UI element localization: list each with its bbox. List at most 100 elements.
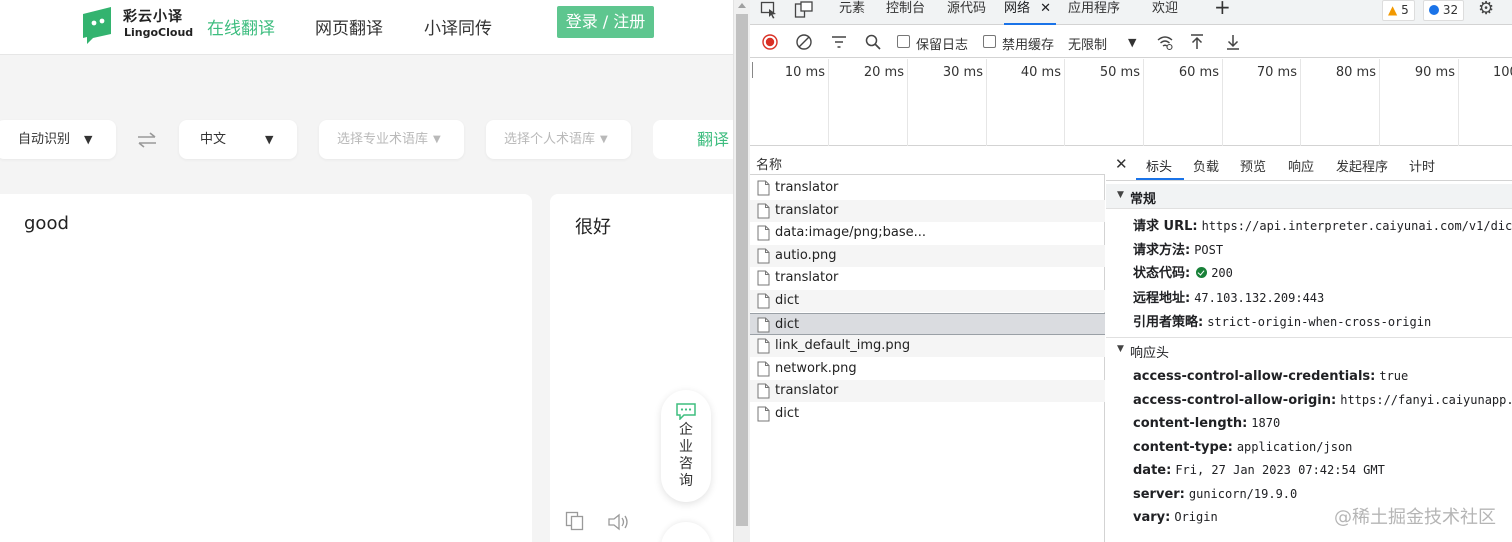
filter-icon[interactable] bbox=[830, 33, 848, 51]
result-text: 很好 bbox=[575, 217, 611, 238]
request-row[interactable]: translator bbox=[750, 199, 1105, 222]
scrollbar-thumb[interactable] bbox=[736, 14, 748, 526]
search-icon[interactable] bbox=[864, 33, 882, 51]
messages-badge[interactable]: 32 bbox=[1423, 0, 1465, 21]
request-name: autio.png bbox=[775, 247, 837, 263]
request-row[interactable]: network.png bbox=[750, 358, 1105, 380]
nav-simultaneous[interactable]: 小译同传 bbox=[424, 14, 492, 39]
device-toolbar-icon[interactable] bbox=[794, 1, 814, 19]
tab-timing[interactable]: 计时 bbox=[1409, 156, 1435, 175]
general-section-title: 常规 bbox=[1130, 192, 1157, 207]
timeline-tick: 30 ms bbox=[908, 59, 987, 146]
lingocloud-logo-icon[interactable] bbox=[81, 4, 117, 44]
page-scrollbar[interactable] bbox=[733, 0, 750, 542]
request-row[interactable]: translator bbox=[750, 177, 1105, 199]
general-section-header[interactable]: ▼ 常规 bbox=[1106, 184, 1512, 209]
request-name: translator bbox=[775, 202, 839, 218]
tick-label: 40 ms bbox=[1020, 65, 1061, 80]
tick-label: 30 ms bbox=[942, 65, 983, 80]
gear-icon[interactable]: ⚙ bbox=[1478, 0, 1494, 19]
request-row[interactable]: translator bbox=[750, 380, 1105, 403]
general-row-url: 请求 URL: https://api.interpreter.caiyunai.… bbox=[1133, 215, 1512, 234]
header-value: strict-origin-when-cross-origin bbox=[1207, 315, 1432, 329]
request-row[interactable]: dict bbox=[750, 312, 1105, 335]
tab-headers[interactable]: 标头 bbox=[1146, 156, 1172, 175]
disable-cache-label: 禁用缓存 bbox=[1002, 38, 1055, 53]
tab-network[interactable]: 网络 ✕ bbox=[1004, 0, 1056, 25]
name-column-header[interactable]: 名称 bbox=[756, 154, 782, 173]
request-name: translator bbox=[775, 383, 839, 399]
source-language-select[interactable]: 自动识别 ▼ bbox=[0, 120, 116, 159]
response-header-row: date: Fri, 27 Jan 2023 07:42:54 GMT bbox=[1133, 463, 1385, 478]
tab-console[interactable]: 控制台 bbox=[886, 0, 925, 25]
timeline-tick: 40 ms bbox=[987, 59, 1065, 146]
screen: 彩云小译 LingoCloud 在线翻译 网页翻译 小译同传 登录 / 注册 自… bbox=[0, 0, 1512, 542]
tab-application[interactable]: 应用程序 bbox=[1068, 0, 1120, 25]
timeline-tick: 70 ms bbox=[1223, 59, 1301, 146]
tab-elements[interactable]: 元素 bbox=[839, 0, 865, 25]
close-tab-icon[interactable]: ✕ bbox=[1040, 1, 1051, 16]
network-timeline[interactable]: 10 ms 20 ms 30 ms 40 ms 50 ms 60 ms 70 m… bbox=[750, 59, 1512, 146]
target-language-select[interactable]: 中文 ▼ bbox=[179, 120, 297, 159]
request-row[interactable]: link_default_img.png bbox=[750, 335, 1105, 358]
export-har-icon[interactable] bbox=[1224, 33, 1242, 51]
header-value: 47.103.132.209:443 bbox=[1194, 291, 1325, 305]
enterprise-consult-button[interactable]: 企 业 咨 询 bbox=[661, 390, 711, 502]
clear-icon[interactable] bbox=[795, 33, 813, 51]
source-text[interactable]: good bbox=[24, 213, 69, 234]
request-row[interactable]: data:image/png;base... bbox=[750, 222, 1105, 244]
import-har-icon[interactable] bbox=[1188, 33, 1206, 51]
chevron-down-icon[interactable]: ▼ bbox=[1128, 36, 1136, 49]
warnings-count: 5 bbox=[1401, 3, 1409, 17]
request-list-header[interactable]: 名称 bbox=[750, 147, 1105, 175]
tab-sources[interactable]: 源代码 bbox=[947, 0, 986, 25]
swap-languages-icon[interactable] bbox=[135, 128, 159, 152]
inspect-element-icon[interactable] bbox=[760, 1, 778, 19]
tab-initiator[interactable]: 发起程序 bbox=[1336, 156, 1388, 175]
tab-response[interactable]: 响应 bbox=[1288, 156, 1314, 175]
nav-online-translate[interactable]: 在线翻译 bbox=[207, 14, 275, 39]
warnings-badge[interactable]: ▲ 5 bbox=[1382, 0, 1415, 21]
personal-term-db-select[interactable]: 选择个人术语库 ▼ bbox=[486, 120, 631, 159]
chevron-down-icon: ▼ bbox=[84, 133, 93, 146]
request-row[interactable]: autio.png bbox=[750, 244, 1105, 267]
chat-bubble-icon bbox=[676, 403, 696, 420]
translate-button[interactable]: 翻译 bbox=[653, 120, 733, 159]
header-key: access-control-allow-credentials: bbox=[1133, 369, 1376, 384]
tick-label: 90 ms bbox=[1414, 65, 1455, 80]
copy-icon[interactable] bbox=[565, 511, 585, 531]
disable-cache-checkbox[interactable] bbox=[983, 35, 996, 48]
request-row[interactable]: dict bbox=[750, 290, 1105, 312]
tick-label: 80 ms bbox=[1335, 65, 1376, 80]
tab-welcome[interactable]: 欢迎 bbox=[1152, 0, 1178, 25]
collapse-triangle-icon: ▼ bbox=[1117, 190, 1124, 200]
header-key: 引用者策略: bbox=[1133, 315, 1204, 330]
document-icon bbox=[757, 270, 770, 286]
throttling-select[interactable]: 无限制 bbox=[1068, 34, 1107, 53]
message-icon bbox=[1429, 5, 1439, 15]
response-headers-section-header[interactable]: ▼ 响应头 bbox=[1106, 337, 1512, 362]
pro-term-db-select[interactable]: 选择专业术语库 ▼ bbox=[319, 120, 464, 159]
scroll-up-arrow-icon[interactable] bbox=[738, 3, 746, 8]
response-header-row: access-control-allow-origin: https://fany… bbox=[1133, 393, 1512, 408]
general-row-method: 请求方法: POST bbox=[1133, 239, 1223, 258]
tab-preview[interactable]: 预览 bbox=[1240, 156, 1266, 175]
request-row[interactable]: dict bbox=[750, 403, 1105, 425]
request-row[interactable]: translator bbox=[750, 267, 1105, 289]
source-text-panel[interactable] bbox=[0, 194, 532, 542]
preserve-log-checkbox[interactable] bbox=[897, 35, 910, 48]
collapse-triangle-icon: ▼ bbox=[1117, 344, 1124, 354]
login-register-button[interactable]: 登录 / 注册 bbox=[557, 6, 654, 38]
tick-label: 10 ms bbox=[784, 65, 825, 80]
nav-web-translate[interactable]: 网页翻译 bbox=[315, 14, 383, 39]
messages-count: 32 bbox=[1442, 3, 1459, 17]
add-tab-icon[interactable]: + bbox=[1214, 0, 1231, 25]
close-detail-icon[interactable]: ✕ bbox=[1115, 155, 1128, 173]
request-detail: ✕ 标头 负载 预览 响应 发起程序 计时 ▼ 常规 请求 URL: https:… bbox=[1106, 147, 1512, 542]
warning-icon: ▲ bbox=[1388, 3, 1398, 17]
speaker-icon[interactable] bbox=[607, 512, 631, 532]
network-conditions-icon[interactable] bbox=[1156, 33, 1174, 51]
tab-payload[interactable]: 负载 bbox=[1193, 156, 1219, 175]
record-icon[interactable] bbox=[761, 33, 779, 51]
tick-label: 100 ms bbox=[1493, 65, 1512, 80]
